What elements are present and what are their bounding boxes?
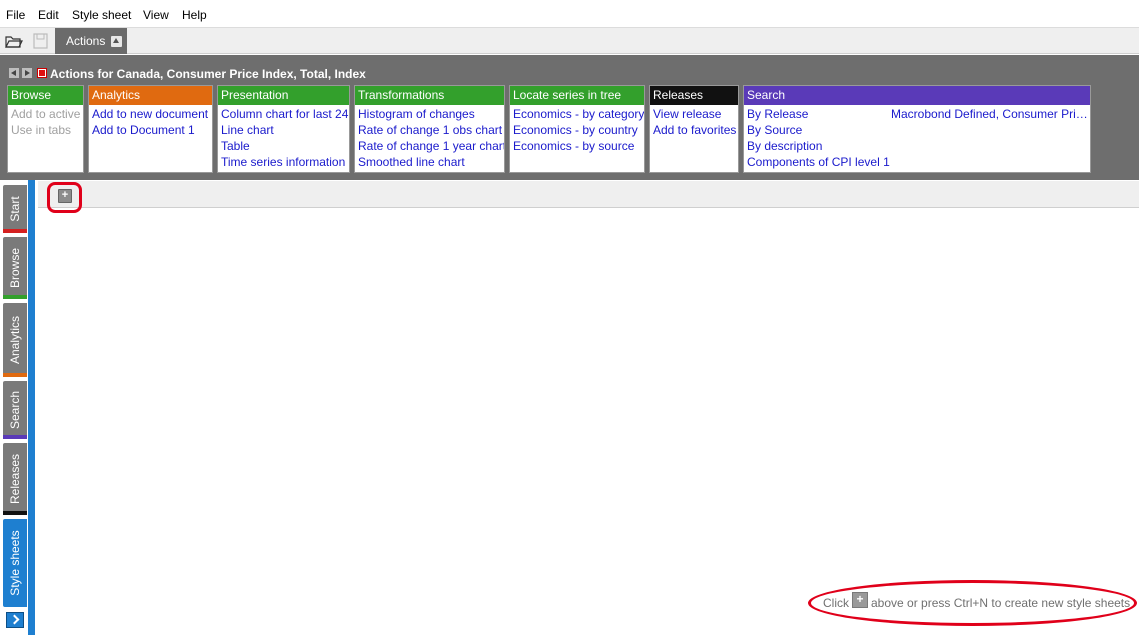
sidetab-accent (3, 229, 27, 233)
action-add-to-document-1[interactable]: Add to Document 1 (89, 122, 212, 138)
action-economics-by-source[interactable]: Economics - by source (510, 138, 644, 154)
sidetab-label: Analytics (8, 315, 22, 365)
action-add-to-active: Add to active (11, 107, 81, 121)
group-browse: Browse Add to active Use in tabs (7, 85, 84, 173)
group-header: Presentation (218, 86, 349, 105)
sidetab-accent (3, 373, 27, 377)
action-table[interactable]: Table (218, 138, 349, 154)
sidetab-label: Browse (8, 247, 22, 289)
group-header: Search (744, 86, 1090, 105)
menu-style-sheet[interactable]: Style sheet (72, 8, 131, 22)
action-economics-by-category[interactable]: Economics - by category (510, 106, 644, 122)
sidetab-label: Start (8, 196, 22, 222)
toolbar: Actions (0, 28, 1139, 54)
action-rate-of-change-1-obs[interactable]: Rate of change 1 obs chart (355, 122, 504, 138)
sidetab-style-sheets[interactable]: Style sheets (3, 519, 27, 607)
save-button[interactable] (30, 31, 52, 51)
sidetab-label: Search (8, 390, 22, 430)
menu-bar: File Edit Style sheet View Help (0, 0, 1139, 28)
actions-title: Actions for Canada, Consumer Price Index… (50, 67, 366, 81)
action-line-chart[interactable]: Line chart (218, 122, 349, 138)
action-column-chart[interactable]: Column chart for last 24 (218, 106, 349, 122)
open-folder-button[interactable] (3, 31, 25, 51)
sidetab-label: Releases (8, 453, 22, 505)
document-tab-bar: + (38, 181, 1139, 208)
actions-tab-label: Actions (66, 34, 106, 48)
active-tab-indicator (28, 180, 35, 635)
collapse-up-icon[interactable] (111, 36, 122, 47)
sidetab-analytics[interactable]: Analytics (3, 303, 27, 377)
action-use-in-tabs: Use in tabs (11, 123, 72, 137)
save-icon (33, 33, 48, 49)
back-arrow-icon[interactable] (9, 68, 19, 78)
sidetab-releases[interactable]: Releases (3, 443, 27, 515)
highlight-ring-add-button (47, 182, 82, 213)
group-search: Search By Release By Source By descripti… (743, 85, 1091, 173)
actions-tab[interactable]: Actions (55, 28, 127, 54)
sidetab-accent (3, 435, 27, 439)
group-header: Transformations (355, 86, 504, 105)
sidetab-accent (3, 295, 27, 299)
series-icon (37, 68, 47, 78)
collapse-sidebar-button[interactable] (6, 612, 24, 628)
group-header: Releases (650, 86, 738, 105)
action-smoothed-line-chart[interactable]: Smoothed line chart (355, 154, 504, 170)
group-transformations: Transformations Histogram of changes Rat… (354, 85, 505, 173)
sidetab-search[interactable]: Search (3, 381, 27, 439)
action-add-to-favorites[interactable]: Add to favorites (650, 122, 738, 138)
action-by-source[interactable]: By Source (744, 122, 1090, 138)
group-presentation: Presentation Column chart for last 24 Li… (217, 85, 350, 173)
sidetab-label: Style sheets (8, 530, 22, 596)
group-header: Analytics (89, 86, 212, 105)
group-analytics: Analytics Add to new document Add to Doc… (88, 85, 213, 173)
group-releases: Releases View release Add to favorites (649, 85, 739, 173)
sidetab-browse[interactable]: Browse (3, 237, 27, 299)
actions-panel: Actions for Canada, Consumer Price Index… (0, 55, 1139, 180)
menu-view[interactable]: View (143, 8, 169, 22)
menu-edit[interactable]: Edit (38, 8, 59, 22)
sidetab-start[interactable]: Start (3, 185, 27, 233)
group-header: Browse (8, 86, 83, 105)
action-rate-of-change-1-year[interactable]: Rate of change 1 year chart (355, 138, 504, 154)
sidetab-accent (3, 511, 27, 515)
menu-file[interactable]: File (6, 8, 25, 22)
action-time-series-information[interactable]: Time series information (218, 154, 349, 170)
action-by-description[interactable]: By description (744, 138, 1090, 154)
action-economics-by-country[interactable]: Economics - by country (510, 122, 644, 138)
group-locate-series: Locate series in tree Economics - by cat… (509, 85, 645, 173)
forward-arrow-icon[interactable] (22, 68, 32, 78)
highlight-ring-hint (808, 580, 1137, 626)
menu-help[interactable]: Help (182, 8, 207, 22)
action-macrobond-defined-series[interactable]: Macrobond Defined, Consumer Price Index,… (891, 106, 1091, 122)
folder-icon (5, 36, 23, 48)
action-view-release[interactable]: View release (650, 106, 738, 122)
group-header: Locate series in tree (510, 86, 644, 105)
action-components-of-cpi[interactable]: Components of CPI level 1 (744, 154, 1090, 170)
action-add-to-new-document[interactable]: Add to new document (89, 106, 212, 122)
action-histogram-of-changes[interactable]: Histogram of changes (355, 106, 504, 122)
